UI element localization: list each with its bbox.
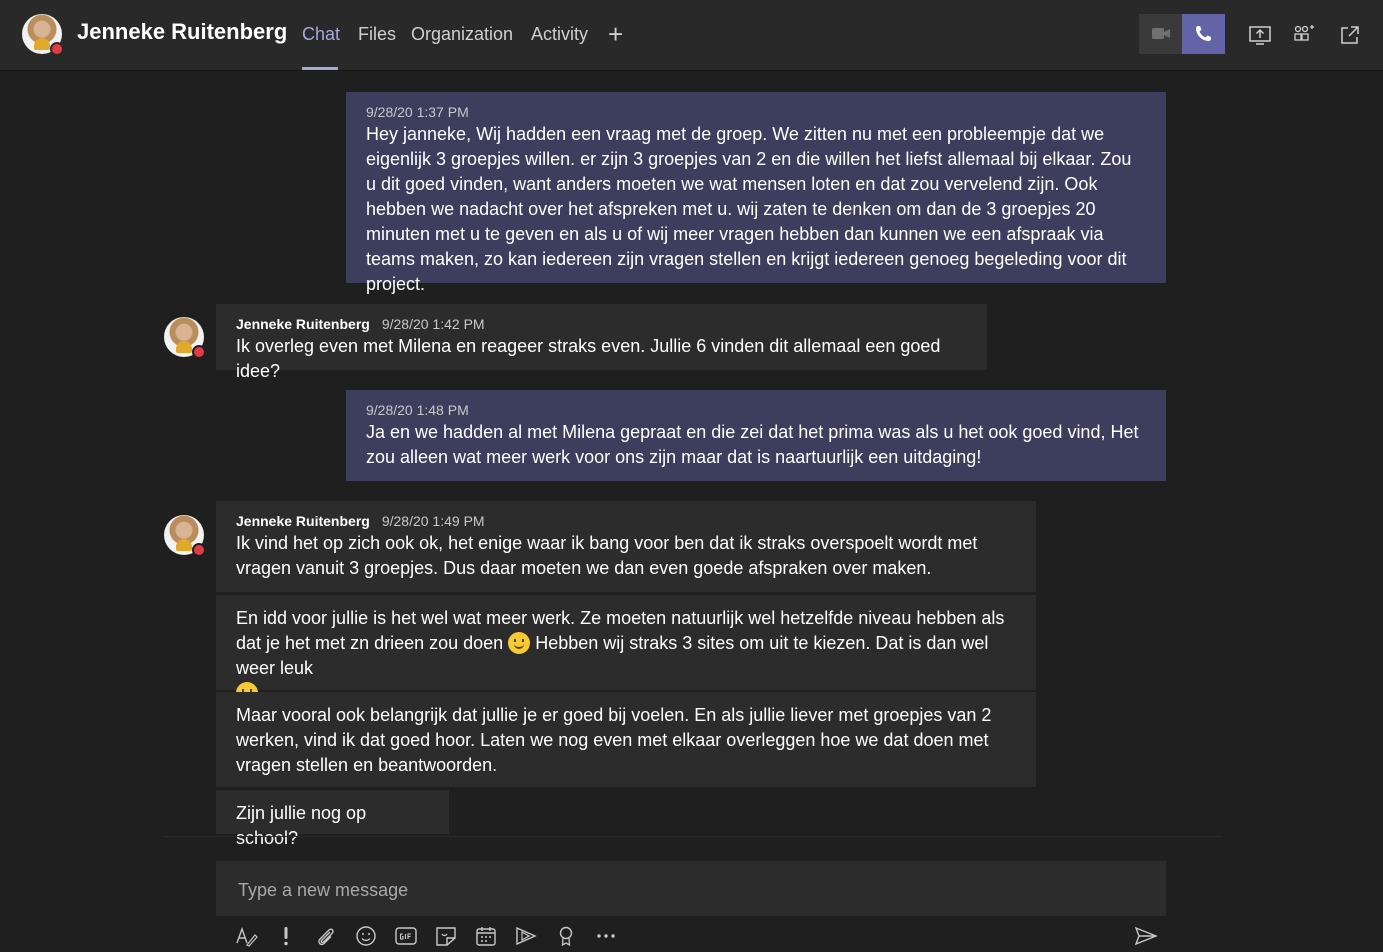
video-call-icon <box>1152 28 1170 39</box>
emoji-button[interactable] <box>354 925 378 947</box>
schedule-meeting-button[interactable] <box>474 925 498 947</box>
pop-out-icon <box>1341 26 1359 44</box>
share-screen-icon <box>1249 26 1271 45</box>
important-button[interactable] <box>274 925 298 947</box>
busy-status-icon <box>192 543 206 557</box>
active-tab-indicator <box>302 67 338 70</box>
sticker-button[interactable] <box>434 925 458 947</box>
stream-icon <box>516 926 537 946</box>
sender-avatar[interactable] <box>164 515 206 557</box>
send-icon <box>1134 926 1158 946</box>
sender-name: Jenneke Ruitenberg <box>236 513 370 529</box>
received-message[interactable]: Jenneke Ruitenberg 9/28/20 1:49 PM Ik vin… <box>216 501 1036 592</box>
message-timestamp: 9/28/20 1:49 PM <box>381 513 485 529</box>
gif-icon <box>395 927 417 945</box>
praise-button[interactable] <box>554 925 578 947</box>
message-text: Ik overleg even met Milena en reageer st… <box>236 336 941 381</box>
message-timestamp: 9/28/20 1:42 PM <box>381 316 485 332</box>
own-message[interactable]: 9/28/20 1:37 PM Hey janneke, Wij hadden … <box>346 92 1166 294</box>
received-message[interactable]: Zijn jullie nog op school? <box>216 790 449 848</box>
attach-button[interactable] <box>314 925 338 947</box>
message-text: Zijn jullie nog op school? <box>236 803 367 848</box>
busy-status-icon <box>50 42 64 56</box>
compose-divider <box>164 836 1222 837</box>
sender-name: Jenneke Ruitenberg <box>236 316 370 332</box>
tab-organization[interactable]: Organization <box>411 24 513 45</box>
contact-name: Jenneke Ruitenberg <box>77 19 288 44</box>
message-meta: Jenneke Ruitenberg 9/28/20 1:49 PM <box>236 511 1016 531</box>
message-meta: Jenneke Ruitenberg 9/28/20 1:42 PM <box>236 314 967 334</box>
message-input[interactable] <box>236 875 1140 905</box>
gif-button[interactable] <box>394 925 418 947</box>
pop-out-button[interactable] <box>1338 24 1362 51</box>
important-icon <box>284 927 288 946</box>
stream-button[interactable] <box>514 925 538 947</box>
contact-avatar[interactable] <box>22 14 64 56</box>
received-message[interactable]: En idd voor jullie is het wel wat meer w… <box>216 595 1036 704</box>
own-message[interactable]: 9/28/20 1:48 PM Ja en we hadden al met M… <box>346 390 1166 481</box>
compose-box[interactable] <box>216 861 1166 916</box>
message-timestamp: 9/28/20 1:48 PM <box>366 402 469 418</box>
smile-emoji-icon <box>508 632 531 654</box>
video-call-button[interactable] <box>1139 14 1182 54</box>
message-text: Ik vind het op zich ook ok, het enige wa… <box>236 533 978 578</box>
message-text: Hey janneke, Wij hadden een vraag met de… <box>366 124 1132 294</box>
chat-header: Jenneke Ruitenberg Chat Files Organizati… <box>0 0 1383 71</box>
message-text: Maar vooral ook belangrijk dat jullie je… <box>236 705 992 775</box>
busy-status-icon <box>192 345 206 359</box>
praise-icon <box>559 926 573 947</box>
sticker-icon <box>436 927 456 946</box>
add-people-icon <box>1294 25 1314 41</box>
more-options-icon <box>597 934 615 938</box>
add-people-button[interactable] <box>1292 24 1316 51</box>
message-timestamp: 9/28/20 1:37 PM <box>366 104 469 120</box>
audio-call-icon <box>1196 26 1211 41</box>
add-tab-button[interactable]: + <box>608 21 623 47</box>
attach-icon <box>318 928 334 946</box>
audio-call-button[interactable] <box>1182 14 1225 54</box>
sender-avatar[interactable] <box>164 317 206 359</box>
more-options-button[interactable] <box>594 925 618 947</box>
tab-activity[interactable]: Activity <box>531 24 588 45</box>
tab-files[interactable]: Files <box>358 24 396 45</box>
format-button[interactable] <box>234 925 258 947</box>
tab-chat[interactable]: Chat <box>302 24 340 45</box>
share-screen-button[interactable] <box>1248 24 1272 51</box>
emoji-icon <box>356 926 376 946</box>
received-message[interactable]: Maar vooral ook belangrijk dat jullie je… <box>216 692 1036 787</box>
schedule-meeting-icon <box>476 927 496 946</box>
received-message[interactable]: Jenneke Ruitenberg 9/28/20 1:42 PM Ik ove… <box>216 304 987 381</box>
format-icon <box>236 926 258 947</box>
message-text: Ja en we hadden al met Milena gepraat en… <box>366 422 1139 467</box>
send-button[interactable] <box>1134 925 1158 947</box>
